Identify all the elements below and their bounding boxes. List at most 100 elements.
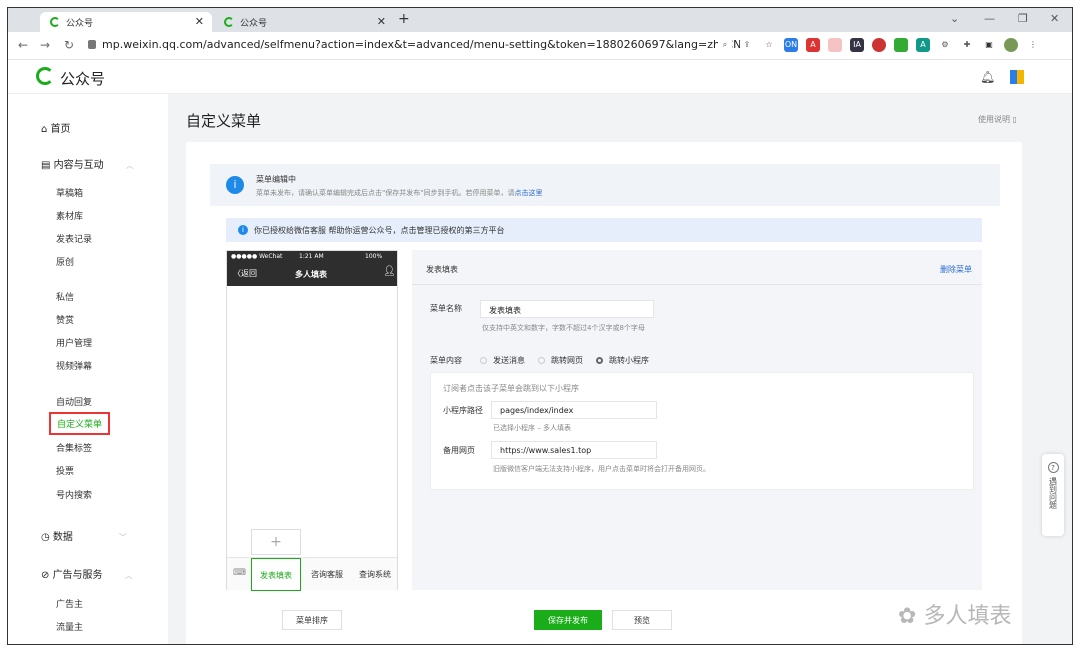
page-title: 自定义菜单 — [186, 112, 262, 130]
close-icon[interactable]: ✕ — [195, 15, 204, 28]
phone-time: 1:21 AM — [299, 253, 324, 260]
sidebar-item-custom-menu[interactable]: 自定义菜单 — [49, 412, 111, 435]
user-icon: 👤︎ — [383, 266, 396, 277]
backup-hint: 旧版微信客户端无法支持小程序，用户点击菜单时将会打开备用网页。 — [493, 465, 710, 473]
preview-button[interactable]: 预览 — [612, 610, 672, 630]
disable-menu-link[interactable]: 点击这里 — [514, 189, 542, 197]
info-icon: i — [226, 176, 244, 194]
sidebar-item-publish-records[interactable]: 发表记录 — [56, 232, 92, 245]
extension-toolbar: ⌕ ⇪ ☆ ON A IA A ⚙ ✚ ▣ ⋮ — [718, 38, 1040, 52]
add-submenu-button[interactable]: + — [251, 529, 301, 555]
menu-dots-icon[interactable]: ⋮ — [1026, 38, 1040, 52]
sidebar-item-publisher[interactable]: 流量主 — [56, 620, 83, 633]
radio-icon — [538, 357, 545, 364]
content-label: 菜单内容 — [430, 356, 462, 365]
phone-back: 〈返回 — [233, 269, 257, 278]
url-field[interactable]: mp.weixin.qq.com/advanced/selfmenu?actio… — [88, 38, 741, 51]
notice-text: 菜单未发布，请确认菜单编辑完成后点击"保存并发布"同步到手机。若停用菜单，请点击… — [256, 189, 543, 197]
sidebar-item-search[interactable]: 号内搜索 — [56, 488, 92, 501]
browser-tab-2[interactable]: 公众号 ✕ — [214, 12, 394, 32]
path-hint: 已选择小程序 – 多人填表 — [493, 424, 571, 432]
back-icon[interactable]: ← — [18, 38, 28, 52]
browser-tab-1[interactable]: 公众号 ✕ — [40, 12, 212, 32]
window-close-icon[interactable]: ✕ — [1050, 12, 1059, 25]
extension-green-icon[interactable] — [894, 38, 908, 52]
sidebar-item-collection-tags[interactable]: 合集标签 — [56, 441, 92, 454]
extension-ia-icon[interactable]: IA — [850, 38, 864, 52]
minimize-icon[interactable]: — — [984, 12, 995, 25]
menu-tab-query[interactable]: 查询系统 — [351, 558, 399, 591]
bell-icon[interactable]: 🔔︎ — [980, 70, 995, 84]
share-icon[interactable]: ⇪ — [740, 38, 754, 52]
profile-avatar[interactable] — [1004, 38, 1018, 52]
account-avatar[interactable] — [1010, 70, 1024, 84]
sidebar-item-auto-reply[interactable]: 自动回复 — [56, 395, 92, 408]
tab-search-icon[interactable]: ⌄ — [950, 12, 959, 25]
divider — [412, 284, 982, 285]
phone-title: 多人填表 — [295, 270, 327, 279]
help-link[interactable]: 使用说明 ▯ — [978, 114, 1017, 125]
compass-icon: ⊘ — [41, 570, 53, 581]
sidebar-group-content[interactable]: ▤ 内容与互动 ︿ — [41, 156, 134, 171]
radio-jump-web[interactable]: 跳转网页 — [538, 355, 583, 366]
sidebar-item-vote[interactable]: 投票 — [56, 464, 74, 477]
name-hint: 仅支持中英文和数字，字数不超过4个汉字或8个字母 — [482, 324, 645, 332]
menu-name-input[interactable]: 发表填表 — [480, 300, 654, 318]
sort-menu-button[interactable]: 菜单排序 — [282, 610, 342, 630]
phone-menu-bar: ⌨ 发表填表 咨询客服 查询系统 — [227, 557, 399, 591]
backup-url-input[interactable]: https://www.sales1.top — [491, 441, 657, 459]
path-label: 小程序路径 — [443, 406, 483, 415]
adblock-icon[interactable]: A — [806, 38, 820, 52]
name-label: 菜单名称 — [430, 304, 462, 313]
bookmark-star-icon[interactable]: ☆ — [762, 38, 776, 52]
forward-icon[interactable]: → — [40, 38, 50, 52]
extension-red-icon[interactable] — [872, 38, 886, 52]
edit-notice: i 菜单编辑中 菜单未发布，请确认菜单编辑完成后点击"保存并发布"同步到手机。若… — [210, 164, 1000, 206]
reload-icon[interactable]: ↻ — [64, 38, 74, 52]
editor-menu-title: 发表填表 — [426, 265, 458, 274]
doc-icon: ▯ — [1012, 115, 1017, 124]
delete-menu-link[interactable]: 删除菜单 — [940, 264, 972, 275]
puzzle-icon[interactable]: ✚ — [960, 38, 974, 52]
sidebar-item-home[interactable]: ⌂ 首页 — [41, 120, 71, 135]
new-tab-icon[interactable]: + — [398, 11, 410, 27]
tab-bar: 公众号 ✕ 公众号 ✕ + ⌄ — ❐ ✕ — [8, 8, 1072, 32]
info-icon: i — [238, 225, 248, 235]
lock-icon — [88, 40, 96, 49]
sidebar-item-materials[interactable]: 素材库 — [56, 209, 83, 222]
sidebar-item-users[interactable]: 用户管理 — [56, 336, 92, 349]
sidebar-group-ads[interactable]: ⊘ 广告与服务 ︿ — [41, 566, 133, 581]
browser-window: 公众号 ✕ 公众号 ✕ + ⌄ — ❐ ✕ ← → ↻ mp.weixin.qq… — [7, 7, 1073, 645]
wechat-logo-icon — [50, 17, 60, 27]
sidebar-item-drafts[interactable]: 草稿箱 — [56, 186, 83, 199]
save-publish-button[interactable]: 保存并发布 — [534, 610, 602, 630]
sidebar-group-data[interactable]: ◷ 数据 ﹀ — [41, 528, 127, 543]
tab-title: 公众号 — [240, 18, 268, 29]
extension-gear-icon[interactable]: ⚙ — [938, 38, 952, 52]
extension-on-icon[interactable]: ON — [784, 38, 798, 52]
sidebar-item-video-danmaku[interactable]: 视频弹幕 — [56, 359, 92, 372]
extension-a-icon[interactable]: A — [916, 38, 930, 52]
chevron-up-icon: ︿ — [125, 161, 134, 170]
radio-send-message[interactable]: 发送消息 — [480, 355, 525, 366]
extension-icon[interactable] — [828, 38, 842, 52]
sidebar-item-original[interactable]: 原创 — [56, 255, 74, 268]
menu-tab-publish[interactable]: 发表填表 — [251, 558, 301, 591]
menu-editor: 发表填表 删除菜单 菜单名称 发表填表 仅支持中英文和数字，字数不超过4个汉字或… — [412, 250, 982, 590]
zoom-icon[interactable]: ⌕ — [718, 38, 732, 52]
menu-tab-service[interactable]: 咨询客服 — [303, 558, 351, 591]
sidebar-item-appreciation[interactable]: 赞赏 — [56, 313, 74, 326]
help-float-button[interactable]: ? 遇到问题 — [1042, 454, 1064, 536]
close-icon[interactable]: ✕ — [377, 15, 386, 28]
address-bar: ← → ↻ mp.weixin.qq.com/advanced/selfmenu… — [8, 32, 1072, 60]
miniprogram-path-input[interactable]: pages/index/index — [491, 401, 657, 419]
chevron-up-icon: ︿ — [124, 571, 133, 580]
clock-icon: ◷ — [41, 532, 53, 543]
sidepanel-icon[interactable]: ▣ — [982, 38, 996, 52]
auth-text[interactable]: 你已授权给微信客服 帮助你运营公众号，点击管理已授权的第三方平台 — [254, 225, 505, 236]
restore-icon[interactable]: ❐ — [1018, 12, 1028, 25]
sidebar-item-advertiser[interactable]: 广告主 — [56, 597, 83, 610]
radio-jump-miniprogram[interactable]: 跳转小程序 — [596, 355, 649, 366]
phone-battery: 100% — [365, 253, 383, 260]
sidebar-item-messages[interactable]: 私信 — [56, 290, 74, 303]
